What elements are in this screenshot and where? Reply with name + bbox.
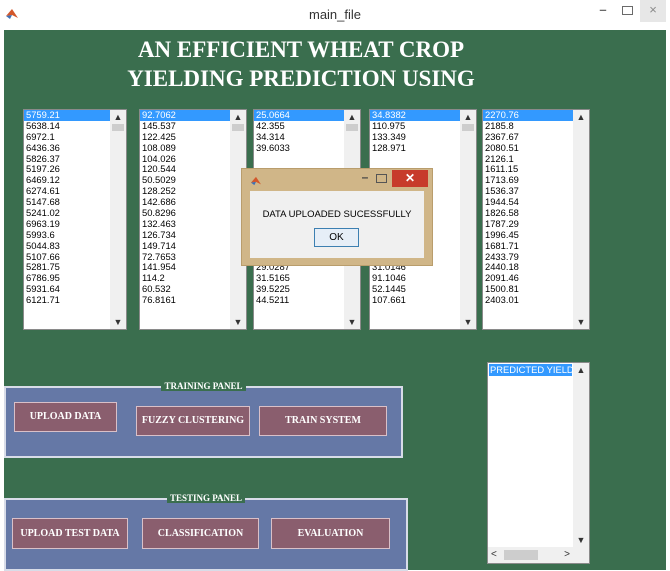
ok-button[interactable]: OK <box>314 228 359 247</box>
dialog-body: DATA UPLOADED SUCESSFULLY OK <box>250 191 424 258</box>
scroll-up-arrow-icon[interactable]: ▲ <box>110 111 126 123</box>
list-item[interactable]: 108.089 <box>140 142 230 154</box>
page-heading: AN EFFICIENT WHEAT CROP YIELDING PREDICT… <box>4 35 598 93</box>
list-item[interactable]: 6436.36 <box>24 142 110 154</box>
dialog-maximize-button[interactable] <box>376 174 387 183</box>
scroll-thumb[interactable] <box>112 124 124 131</box>
predicted-yield-list[interactable]: PREDICTED YIELDI ▲ ▼ < > <box>487 362 590 564</box>
scroll-down-arrow-icon[interactable]: ▼ <box>344 316 360 328</box>
maximize-button[interactable] <box>616 0 638 22</box>
close-icon: ✕ <box>404 171 416 185</box>
predicted-yield-item[interactable]: PREDICTED YIELDI <box>489 364 572 376</box>
training-panel: TRAINING PANEL UPLOAD DATA FUZZY CLUSTER… <box>4 381 403 458</box>
data-list-5[interactable]: 2270.76 2185.8 2367.67 2080.51 2126.1 1611.15… <box>482 109 590 330</box>
list-item[interactable] <box>254 154 344 165</box>
list-item[interactable]: 149.714 <box>140 240 230 252</box>
scroll-down-arrow-icon[interactable]: ▼ <box>573 534 589 546</box>
scroll-up-arrow-icon[interactable]: ▲ <box>230 111 246 123</box>
list-items: 2270.76 2185.8 2367.67 2080.51 2126.1 1611.15… <box>483 110 573 329</box>
list-item[interactable]: 1681.71 <box>483 240 573 252</box>
scroll-up-arrow-icon[interactable]: ▲ <box>573 364 589 376</box>
list-item[interactable]: 2080.51 <box>483 142 573 154</box>
list-item[interactable] <box>370 154 460 165</box>
heading-line-1: AN EFFICIENT WHEAT CROP <box>137 37 465 62</box>
list-item[interactable]: 107.661 <box>370 294 460 306</box>
vertical-scrollbar[interactable]: ▲ ▼ <box>460 110 476 329</box>
list-item[interactable]: 76.8161 <box>140 294 230 306</box>
scroll-thumb[interactable] <box>346 124 358 131</box>
list-item[interactable]: 6121.71 <box>24 294 110 306</box>
dialog-message: DATA UPLOADED SUCESSFULLY <box>262 209 412 220</box>
scroll-down-arrow-icon[interactable]: ▼ <box>573 316 589 328</box>
list-item[interactable]: 44.5211 <box>254 294 344 306</box>
classification-button[interactable]: CLASSIFICATION <box>142 518 259 549</box>
scroll-up-arrow-icon[interactable]: ▲ <box>344 111 360 123</box>
testing-panel-title: TESTING PANEL <box>166 493 246 503</box>
horizontal-scrollbar[interactable]: < > <box>488 547 573 563</box>
upload-test-data-button[interactable]: UPLOAD TEST DATA <box>12 518 128 549</box>
scroll-left-arrow-icon[interactable]: < <box>491 549 497 560</box>
train-system-button[interactable]: TRAIN SYSTEM <box>259 406 387 436</box>
scroll-thumb[interactable] <box>462 124 474 131</box>
figure-area: AN EFFICIENT WHEAT CROP YIELDING PREDICT… <box>4 30 666 571</box>
scroll-right-arrow-icon[interactable]: > <box>564 549 570 560</box>
list-item[interactable]: 128.971 <box>370 142 460 154</box>
minimize-button[interactable]: – <box>592 0 614 22</box>
close-button[interactable]: × <box>640 0 666 22</box>
scroll-down-arrow-icon[interactable]: ▼ <box>110 316 126 328</box>
message-dialog: – ✕ DATA UPLOADED SUCESSFULLY OK <box>241 168 433 266</box>
data-list-1[interactable]: 5759.21 5638.14 6972.1 6436.36 5826.37 5197.2… <box>23 109 127 330</box>
testing-panel: TESTING PANEL UPLOAD TEST DATA CLASSIFIC… <box>4 493 408 571</box>
scroll-thumb[interactable] <box>504 550 538 560</box>
minimize-icon: – <box>599 2 607 17</box>
vertical-scrollbar[interactable]: ▲ ▼ <box>110 110 126 329</box>
maximize-icon <box>621 6 633 15</box>
scroll-down-arrow-icon[interactable]: ▼ <box>230 316 246 328</box>
vertical-scrollbar[interactable]: ▲ ▼ <box>573 110 589 329</box>
minimize-icon: – <box>361 170 369 184</box>
scroll-up-arrow-icon[interactable]: ▲ <box>460 111 476 123</box>
data-list-2[interactable]: 92.7062 145.537 122.425 108.089 104.026 120.5… <box>139 109 247 330</box>
list-items: 92.7062 145.537 122.425 108.089 104.026 120.5… <box>140 110 230 329</box>
window-title: main_file <box>308 7 362 22</box>
heading-line-2: YIELDING PREDICTION USING <box>127 66 475 91</box>
list-item[interactable]: 5044.83 <box>24 240 110 252</box>
matlab-icon <box>251 176 261 186</box>
vertical-scrollbar[interactable]: ▲ ▼ <box>573 363 589 547</box>
list-item[interactable]: 2403.01 <box>483 294 573 306</box>
scroll-down-arrow-icon[interactable]: ▼ <box>460 316 476 328</box>
scroll-thumb[interactable] <box>232 124 244 131</box>
scroll-up-arrow-icon[interactable]: ▲ <box>573 111 589 123</box>
list-item[interactable]: 39.6033 <box>254 142 344 154</box>
title-bar: main_file – × <box>0 0 670 30</box>
training-panel-title: TRAINING PANEL <box>161 381 246 391</box>
scrollbar-corner <box>573 547 589 563</box>
dialog-close-button[interactable]: ✕ <box>392 170 428 187</box>
dialog-minimize-button[interactable]: – <box>358 170 372 184</box>
list-items: 5759.21 5638.14 6972.1 6436.36 5826.37 5197.2… <box>24 110 110 329</box>
upload-data-button[interactable]: UPLOAD DATA <box>14 402 117 432</box>
evaluation-button[interactable]: EVALUATION <box>271 518 390 549</box>
close-icon: × <box>649 2 657 17</box>
fuzzy-clustering-button[interactable]: FUZZY CLUSTERING <box>136 406 250 436</box>
